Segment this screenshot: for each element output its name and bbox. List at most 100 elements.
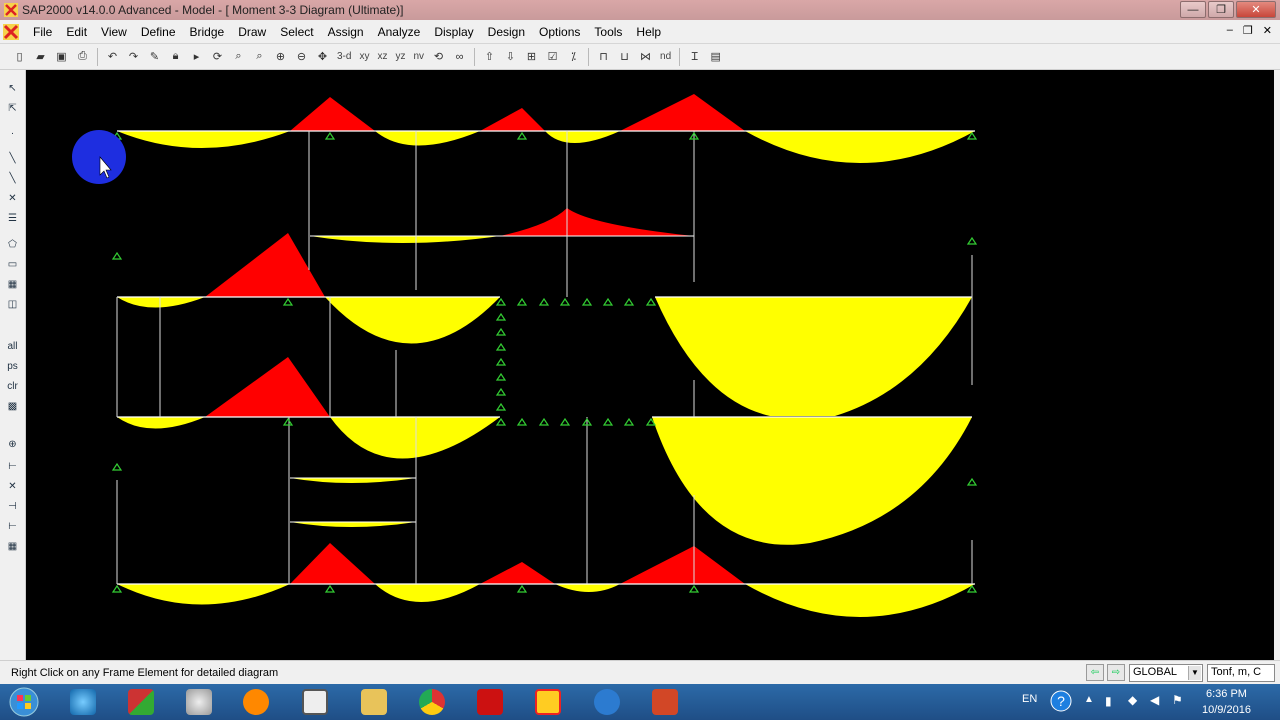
menu-design[interactable]: Design xyxy=(481,25,532,39)
quick-draw-area-icon[interactable]: ▦ xyxy=(3,276,22,293)
view-yz-button[interactable]: yz xyxy=(392,47,408,66)
view-xy-button[interactable]: xy xyxy=(356,47,372,66)
quick-draw-frame-icon[interactable]: ╲ xyxy=(3,170,22,187)
view-xz-button[interactable]: xz xyxy=(374,47,390,66)
menu-tools[interactable]: Tools xyxy=(587,25,629,39)
redo-icon[interactable]: ↷ xyxy=(124,47,143,66)
frame-draw-icon[interactable]: ⊓ xyxy=(594,47,613,66)
rotate-icon[interactable]: ⟲ xyxy=(429,47,448,66)
zoom-out-icon[interactable]: ⊖ xyxy=(292,47,311,66)
snap-grid-icon[interactable]: ▦ xyxy=(3,538,22,555)
run-icon[interactable]: ▸ xyxy=(187,47,206,66)
section-cut-icon[interactable]: Ɪ xyxy=(685,47,704,66)
calendar-icon[interactable] xyxy=(288,686,342,718)
office-app-icon[interactable] xyxy=(114,686,168,718)
menu-bridge[interactable]: Bridge xyxy=(183,25,232,39)
move-down-icon[interactable]: ⇩ xyxy=(501,47,520,66)
menu-options[interactable]: Options xyxy=(532,25,587,39)
lock-icon[interactable]: 🔒︎ xyxy=(166,47,185,66)
menu-edit[interactable]: Edit xyxy=(59,25,94,39)
tray-expand-icon[interactable]: ▲ xyxy=(1084,694,1094,705)
paint-icon[interactable] xyxy=(172,686,226,718)
mdi-close-button[interactable]: ✕ xyxy=(1263,24,1272,37)
undo-icon[interactable]: ↶ xyxy=(103,47,122,66)
flag-icon[interactable]: ⚑ xyxy=(1172,693,1183,707)
display-tables-icon[interactable]: ▤ xyxy=(706,47,725,66)
previous-select-button[interactable]: ps xyxy=(3,358,22,375)
draw-secondary-beam-icon[interactable]: ☰ xyxy=(3,210,22,227)
chrome-icon[interactable] xyxy=(405,686,459,718)
snap-perpendicular-icon[interactable]: ⊣ xyxy=(3,498,22,515)
open-icon[interactable]: ▰ xyxy=(31,47,50,66)
refresh-icon[interactable]: ⟳ xyxy=(208,47,227,66)
snap-points-icon[interactable]: ⊕ xyxy=(3,436,22,453)
model-viewport[interactable] xyxy=(26,70,1274,660)
check-icon[interactable]: ☑ xyxy=(543,47,562,66)
snap-ends-icon[interactable]: ⊢ xyxy=(3,458,22,475)
select-all-button[interactable]: all xyxy=(3,338,22,355)
view-3d-button[interactable]: 3-d xyxy=(334,47,354,66)
move-up-icon[interactable]: ⇧ xyxy=(480,47,499,66)
close-button[interactable]: ✕ xyxy=(1236,1,1276,18)
menu-view[interactable]: View xyxy=(94,25,134,39)
perspective-icon[interactable]: ∞ xyxy=(450,47,469,66)
powerpoint-icon[interactable] xyxy=(638,686,692,718)
pan-icon[interactable]: ✥ xyxy=(313,47,332,66)
minimize-button[interactable]: — xyxy=(1180,1,1206,18)
nd-button[interactable]: nd xyxy=(657,47,674,66)
print-icon[interactable]: ⎙ xyxy=(73,47,92,66)
language-indicator[interactable]: EN xyxy=(1022,693,1037,705)
zoom-restore-icon[interactable]: ⌕ xyxy=(250,47,269,66)
snap-lines-icon[interactable]: ⊢ xyxy=(3,518,22,535)
quick-frame-icon[interactable]: ⊔ xyxy=(615,47,634,66)
network-icon[interactable]: ◆ xyxy=(1128,693,1137,707)
draw-frame-icon[interactable]: ╲ xyxy=(3,150,22,167)
autocad-icon[interactable] xyxy=(463,686,517,718)
draw-brace-icon[interactable]: ✕ xyxy=(3,190,22,207)
units-select[interactable]: Tonf, m, C xyxy=(1207,664,1275,682)
help-icon[interactable]: ? xyxy=(1050,690,1072,712)
clear-select-button[interactable]: clr xyxy=(3,378,22,395)
volume-icon[interactable]: ◀ xyxy=(1150,693,1159,707)
percent-icon[interactable]: ⁒ xyxy=(564,47,583,66)
draw-poly-area-icon[interactable]: ⬠ xyxy=(3,236,22,253)
zoom-rubberband-icon[interactable]: ⌕ xyxy=(229,47,248,66)
set-display-icon[interactable]: ⊞ xyxy=(522,47,541,66)
outlook-icon[interactable] xyxy=(580,686,634,718)
menu-help[interactable]: Help xyxy=(629,25,668,39)
intersecting-line-icon[interactable]: ▩ xyxy=(3,398,22,415)
previous-arrow-icon[interactable]: ⇦ xyxy=(1086,664,1104,681)
view-nv-button[interactable]: nv xyxy=(410,47,427,66)
menu-draw[interactable]: Draw xyxy=(231,25,273,39)
draw-rect-area-icon[interactable]: ▭ xyxy=(3,256,22,273)
menu-select[interactable]: Select xyxy=(273,25,320,39)
zoom-in-icon[interactable]: ⊕ xyxy=(271,47,290,66)
draw-solid-icon[interactable]: ◫ xyxy=(3,296,22,313)
snap-intersect-icon[interactable]: ✕ xyxy=(3,478,22,495)
menu-assign[interactable]: Assign xyxy=(321,25,371,39)
draw-joint-icon[interactable]: · xyxy=(3,125,22,142)
menu-file[interactable]: File xyxy=(26,25,59,39)
coord-system-select[interactable]: GLOBAL ▼ xyxy=(1129,664,1203,682)
internet-explorer-icon[interactable] xyxy=(56,686,110,718)
next-arrow-icon[interactable]: ⇨ xyxy=(1107,664,1125,681)
sap2000-taskbar-icon[interactable] xyxy=(521,686,575,718)
menu-define[interactable]: Define xyxy=(134,25,183,39)
save-icon[interactable]: ▣ xyxy=(52,47,71,66)
menu-display[interactable]: Display xyxy=(427,25,480,39)
deformed-shape-icon[interactable]: ⋈ xyxy=(636,47,655,66)
mdi-restore-button[interactable]: ❐ xyxy=(1243,24,1253,37)
menu-analyze[interactable]: Analyze xyxy=(371,25,428,39)
device-icon[interactable]: ▮ xyxy=(1105,694,1112,708)
pencil-icon[interactable]: ✎ xyxy=(145,47,164,66)
start-button[interactable] xyxy=(4,685,44,719)
reshape-icon[interactable]: ⇱ xyxy=(3,100,22,117)
clock-date[interactable]: 10/9/2016 xyxy=(1202,704,1251,716)
file-explorer-icon[interactable] xyxy=(347,686,401,718)
pointer-icon[interactable]: ↖ xyxy=(3,80,22,97)
mdi-minimize-button[interactable]: – xyxy=(1227,24,1233,37)
clock-time[interactable]: 6:36 PM xyxy=(1206,688,1247,700)
media-player-icon[interactable] xyxy=(229,686,283,718)
new-model-icon[interactable]: ▯ xyxy=(10,47,29,66)
maximize-button[interactable]: ❐ xyxy=(1208,1,1234,18)
